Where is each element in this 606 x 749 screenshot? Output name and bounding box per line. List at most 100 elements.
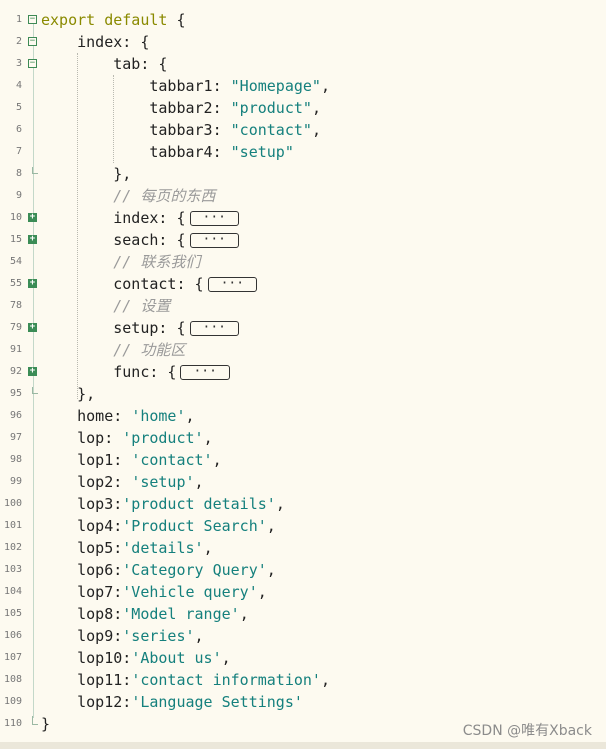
code-line[interactable]: 101 lop4:'Product Search',: [0, 515, 606, 537]
code-text[interactable]: lop3:'product details',: [41, 493, 285, 515]
line-number: 99: [9, 476, 22, 487]
line-number: 92: [9, 366, 22, 377]
fold-collapse-icon[interactable]: [28, 15, 37, 24]
comment-token: // 联系我们: [41, 253, 201, 271]
code-line[interactable]: 103 lop6:'Category Query',: [0, 559, 606, 581]
code-editor[interactable]: 1export default {2 index: {3 tab: {4 tab…: [0, 0, 606, 749]
code-line[interactable]: 102 lop5:'details',: [0, 537, 606, 559]
code-line[interactable]: 5 tabbar2: "product",: [0, 97, 606, 119]
code-text[interactable]: // 设置: [41, 295, 170, 317]
code-text[interactable]: export default {: [41, 9, 186, 31]
code-text[interactable]: lop6:'Category Query',: [41, 559, 276, 581]
string-token: 'contact information': [131, 671, 321, 689]
code-line[interactable]: 78 // 设置: [0, 295, 606, 317]
code-text[interactable]: }: [41, 713, 50, 735]
code-line[interactable]: 79 setup: {···: [0, 317, 606, 339]
line-number: 107: [3, 652, 22, 663]
code-token: index: {: [41, 33, 150, 51]
code-line[interactable]: 54 // 联系我们: [0, 251, 606, 273]
code-line[interactable]: 15 seach: {···: [0, 229, 606, 251]
line-number: 15: [9, 234, 22, 245]
fold-collapse-icon[interactable]: [28, 37, 37, 46]
code-text[interactable]: lop4:'Product Search',: [41, 515, 276, 537]
line-number: 91: [9, 344, 22, 355]
code-line[interactable]: 95 },: [0, 383, 606, 405]
code-text[interactable]: tab: {: [41, 53, 167, 75]
code-text[interactable]: lop11:'contact information',: [41, 669, 330, 691]
code-text[interactable]: lop2: 'setup',: [41, 471, 203, 493]
code-text[interactable]: tabbar2: "product",: [41, 97, 321, 119]
code-text[interactable]: lop8:'Model range',: [41, 603, 249, 625]
code-text[interactable]: index: {···: [41, 207, 239, 229]
code-line[interactable]: 2 index: {: [0, 31, 606, 53]
code-line[interactable]: 108 lop11:'contact information',: [0, 669, 606, 691]
code-text[interactable]: setup: {···: [41, 317, 239, 339]
code-line[interactable]: 106 lop9:'series',: [0, 625, 606, 647]
collapsed-block[interactable]: ···: [180, 365, 230, 380]
code-text[interactable]: seach: {···: [41, 229, 239, 251]
code-line[interactable]: 7 tabbar4: "setup": [0, 141, 606, 163]
code-text[interactable]: lop1: 'contact',: [41, 449, 222, 471]
code-line[interactable]: 4 tabbar1: "Homepage",: [0, 75, 606, 97]
code-token: ,: [311, 99, 321, 117]
code-line[interactable]: 99 lop2: 'setup',: [0, 471, 606, 493]
code-line[interactable]: 9 // 每页的东西: [0, 185, 606, 207]
code-text[interactable]: lop7:'Vehicle query',: [41, 581, 267, 603]
code-line[interactable]: 96 home: 'home',: [0, 405, 606, 427]
code-text[interactable]: tabbar1: "Homepage",: [41, 75, 330, 97]
code-text[interactable]: },: [41, 383, 95, 405]
fold-expand-icon[interactable]: [28, 279, 37, 288]
code-text[interactable]: lop9:'series',: [41, 625, 203, 647]
code-token: lop11:: [41, 671, 132, 689]
line-number: 3: [15, 58, 22, 69]
fold-expand-icon[interactable]: [28, 235, 37, 244]
code-line[interactable]: 55 contact: {···: [0, 273, 606, 295]
collapsed-block[interactable]: ···: [207, 277, 258, 292]
code-text[interactable]: tabbar4: "setup": [41, 141, 294, 163]
fold-collapse-icon[interactable]: [28, 59, 37, 68]
fold-expand-icon[interactable]: [28, 367, 37, 376]
code-line[interactable]: 109 lop12:'Language Settings': [0, 691, 606, 713]
code-text[interactable]: index: {: [41, 31, 149, 53]
code-line[interactable]: 10 index: {···: [0, 207, 606, 229]
fold-expand-icon[interactable]: [28, 213, 37, 222]
code-text[interactable]: lop10:'About us',: [41, 647, 231, 669]
collapsed-block[interactable]: ···: [189, 233, 239, 248]
code-token: {: [167, 11, 186, 29]
code-line[interactable]: 8 },: [0, 163, 606, 185]
code-text[interactable]: // 联系我们: [41, 251, 200, 273]
code-line[interactable]: 3 tab: {: [0, 53, 606, 75]
code-text[interactable]: func: {···: [41, 361, 230, 383]
code-line[interactable]: 104 lop7:'Vehicle query',: [0, 581, 606, 603]
code-token: lop3:: [41, 495, 123, 513]
line-number: 54: [9, 256, 22, 267]
fold-expand-icon[interactable]: [28, 323, 37, 332]
horizontal-scrollbar[interactable]: [0, 742, 606, 749]
string-token: 'setup': [131, 473, 195, 491]
code-line[interactable]: 98 lop1: 'contact',: [0, 449, 606, 471]
code-line[interactable]: 6 tabbar3: "contact",: [0, 119, 606, 141]
code-text[interactable]: // 每页的东西: [41, 185, 215, 207]
code-text[interactable]: lop5:'details',: [41, 537, 212, 559]
code-line[interactable]: 97 lop: 'product',: [0, 427, 606, 449]
collapsed-block[interactable]: ···: [189, 211, 239, 226]
code-line[interactable]: 1 export default {: [0, 9, 606, 31]
code-text[interactable]: tabbar3: "contact",: [41, 119, 321, 141]
collapsed-block[interactable]: ···: [189, 321, 239, 336]
code-text[interactable]: // 功能区: [41, 339, 185, 361]
code-line[interactable]: 105 lop8:'Model range',: [0, 603, 606, 625]
code-line[interactable]: 91 // 功能区: [0, 339, 606, 361]
code-text[interactable]: home: 'home',: [41, 405, 194, 427]
code-text[interactable]: contact: {···: [41, 273, 258, 295]
line-number: 78: [9, 300, 22, 311]
line-number: 2: [15, 36, 22, 47]
code-line[interactable]: 100 lop3:'product details',: [0, 493, 606, 515]
line-number: 55: [9, 278, 22, 289]
code-text[interactable]: lop12:'Language Settings': [41, 691, 303, 713]
code-line[interactable]: 92 func: {···: [0, 361, 606, 383]
code-line[interactable]: 107 lop10:'About us',: [0, 647, 606, 669]
string-token: 'About us': [131, 649, 222, 667]
code-text[interactable]: },: [41, 163, 131, 185]
string-token: 'Category Query': [122, 561, 267, 579]
code-text[interactable]: lop: 'product',: [41, 427, 212, 449]
